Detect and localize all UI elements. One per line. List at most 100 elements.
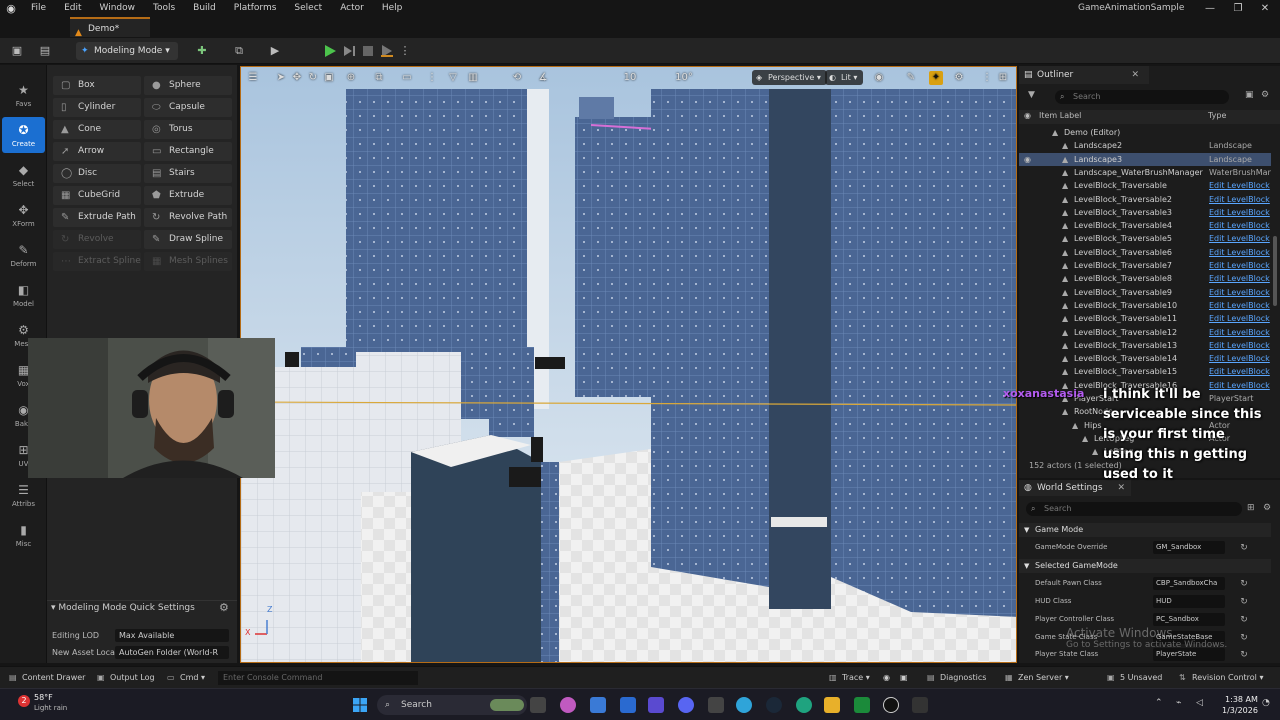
viewport-menu-icon[interactable]: ☰ [246, 71, 260, 85]
category-create[interactable]: ✪ Create [2, 117, 45, 153]
tool-disc-button[interactable]: ◯ Disc [53, 164, 141, 183]
outliner-scrollbar[interactable] [1273, 236, 1277, 306]
category-misc[interactable]: ▮ Misc [2, 517, 45, 553]
outliner-row[interactable]: ▲ LevelBlock_Traversable12 Edit LevelBlock [1019, 326, 1271, 339]
windows-start-icon[interactable] [352, 697, 368, 713]
add-actor-icon[interactable]: ✚ [195, 44, 209, 58]
tool-cone-button[interactable]: ▲ Cone [53, 120, 141, 139]
tab-demo[interactable]: ▲ Demo* [70, 17, 150, 38]
category-favs[interactable]: ★ Favs [2, 77, 45, 113]
tool-cubegrid-button[interactable]: ▦ CubeGrid [53, 186, 141, 205]
steam-icon[interactable] [766, 697, 782, 713]
outliner-row[interactable]: ▲ LevelBlock_Traversable3 Edit LevelBlock [1019, 206, 1271, 219]
task-view-icon[interactable] [530, 697, 546, 713]
outliner-row[interactable]: ▲ LevelBlock_Traversable8 Edit LevelBlock [1019, 272, 1271, 285]
edit-levelblock-link[interactable]: Edit LevelBlock [1209, 179, 1271, 192]
tool-cylinder-button[interactable]: ▯ Cylinder [53, 98, 141, 117]
menu-actor[interactable]: Actor [331, 0, 373, 17]
tool-extrude-polygon-button[interactable]: ⬟Extrude Polygon [144, 186, 232, 219]
unreal-logo-icon[interactable]: ◉ [0, 0, 22, 17]
speaker-icon[interactable]: ◁ [1196, 698, 1203, 708]
layout-icon[interactable]: ⊞ [996, 71, 1010, 85]
edit-levelblock-link[interactable]: Edit LevelBlock [1209, 272, 1271, 285]
edit-levelblock-link[interactable]: Edit LevelBlock [1209, 286, 1271, 299]
edit-levelblock-link[interactable]: Edit LevelBlock [1209, 352, 1271, 365]
system-clock[interactable]: 1:38 AM 1/3/2026 [1222, 694, 1258, 716]
app-icon[interactable] [912, 697, 928, 713]
more-options-icon[interactable]: ⋮ [398, 44, 412, 58]
snap-points-icon[interactable]: ⋮ [425, 71, 439, 85]
new-asset-location-dropdown[interactable]: AutoGen Folder (World-R [115, 646, 229, 659]
cinematics-icon[interactable]: ▶ [268, 44, 282, 58]
store-icon[interactable] [854, 697, 870, 713]
lit-dropdown[interactable]: ◐ Lit ▾ [825, 70, 864, 85]
gamemode-override-dropdown[interactable]: GM_Sandbox [1153, 541, 1225, 554]
browse-icon[interactable]: ↻ [1238, 578, 1250, 590]
browse-icon[interactable]: ↻ [1238, 632, 1250, 644]
section-game-mode[interactable]: ▼ Game Mode [1019, 523, 1271, 537]
tool-rectangle-button[interactable]: ▭ Rectangle [144, 142, 232, 161]
edit-levelblock-link[interactable]: Edit LevelBlock [1209, 246, 1271, 259]
outliner-row[interactable]: ▲ LevelBlock_Traversable4 Edit LevelBlock [1019, 219, 1271, 232]
copilot-icon[interactable] [560, 697, 576, 713]
edit-levelblock-link[interactable]: Edit LevelBlock [1209, 206, 1271, 219]
edit-levelblock-link[interactable]: Edit LevelBlock [1209, 339, 1271, 352]
section-selected-gamemode[interactable]: ▼ Selected GameMode [1019, 559, 1271, 573]
edit-levelblock-link[interactable]: Edit LevelBlock [1209, 326, 1271, 339]
outliner-row[interactable]: ▲ LevelBlock_Traversable10 Edit LevelBlock [1019, 299, 1271, 312]
surface-snap-icon[interactable]: ⧉ [372, 71, 386, 85]
perspective-dropdown[interactable]: ◈ Perspective ▾ [752, 70, 827, 85]
eye-icon[interactable]: ◉ [1024, 153, 1031, 166]
unreal-engine-icon[interactable] [883, 697, 899, 713]
camera-icon[interactable]: ▭ [400, 71, 414, 85]
record-icon[interactable]: ◉ [883, 671, 890, 685]
edge-icon[interactable] [736, 697, 752, 713]
outliner-row[interactable]: ▲ Landscape2 Landscape [1019, 139, 1271, 152]
outlook-icon[interactable] [620, 697, 636, 713]
tool-capsule-button[interactable]: ⬭ Capsule [144, 98, 232, 117]
close-icon[interactable]: ✕ [1250, 0, 1280, 17]
outliner-row[interactable]: ▲ LevelBlock_Traversable14 Edit LevelBlock [1019, 352, 1271, 365]
zen-server-button[interactable]: ▦ Zen Server ▾ [1004, 671, 1069, 685]
menu-platforms[interactable]: Platforms [225, 0, 286, 17]
unsaved-button[interactable]: ▣ 5 Unsaved [1106, 671, 1162, 685]
tab-outliner[interactable]: ▤ Outliner ✕ [1019, 66, 1149, 84]
menu-window[interactable]: Window [91, 0, 145, 17]
tool-stairs-button[interactable]: ▤ Stairs [144, 164, 232, 183]
outliner-search-input[interactable]: ⌕ Search [1055, 90, 1229, 104]
world-space-icon[interactable]: ⊕ [344, 71, 358, 85]
settings-icon[interactable]: ⚙ [1261, 90, 1269, 100]
menu-select[interactable]: Select [285, 0, 331, 17]
default-pawn-class-dropdown[interactable]: CBP_SandboxCha [1153, 577, 1225, 590]
outliner-row[interactable]: ▲ LevelBlock_Traversable9 Edit LevelBlock [1019, 286, 1271, 299]
menu-build[interactable]: Build [184, 0, 225, 17]
category-model[interactable]: ◧ Model [2, 277, 45, 313]
column-item-label[interactable]: Item Label [1039, 111, 1081, 120]
scale-icon[interactable]: ▣ [322, 71, 336, 85]
output-log-button[interactable]: ▣ Output Log [96, 671, 155, 685]
notification-bell-icon[interactable]: ◔ [1262, 698, 1270, 708]
eject-icon[interactable] [380, 44, 394, 58]
player-controller-class-dropdown[interactable]: PC_Sandbox [1153, 613, 1225, 626]
minimize-icon[interactable]: — [1195, 0, 1225, 17]
outliner-row[interactable]: ◉ ▲ Landscape3 Landscape [1019, 152, 1271, 166]
content-browser-icon[interactable]: ▤ [38, 44, 52, 58]
outliner-row[interactable]: ▲ LevelBlock_Traversable Edit LevelBlock [1019, 179, 1271, 192]
console-command-input[interactable]: Enter Console Command [218, 671, 418, 685]
cmd-dropdown[interactable]: ▭ Cmd ▾ [166, 671, 205, 685]
browse-icon[interactable]: ↻ [1238, 596, 1250, 608]
edit-levelblock-link[interactable]: Edit LevelBlock [1209, 312, 1271, 325]
edit-levelblock-link[interactable]: Edit LevelBlock [1209, 259, 1271, 272]
save-icon[interactable]: ▣ [10, 44, 24, 58]
tool-box-button[interactable]: ▢ Box [53, 76, 141, 95]
step-icon[interactable] [342, 44, 356, 58]
tool-draw-spline-button[interactable]: ✎ Draw Spline [144, 230, 232, 249]
tool-revolve-spline-button[interactable]: ↻Revolve Spline [53, 230, 141, 263]
rotate-icon[interactable]: ↻ [306, 71, 320, 85]
scalability-icon[interactable]: ✎ [904, 71, 918, 85]
file-explorer-icon[interactable] [824, 697, 840, 713]
category-xform[interactable]: ✥ XForm [2, 197, 45, 233]
add-folder-icon[interactable]: ▣ [1245, 90, 1254, 100]
edit-levelblock-link[interactable]: Edit LevelBlock [1209, 219, 1271, 232]
widgets-icon[interactable] [490, 699, 524, 711]
